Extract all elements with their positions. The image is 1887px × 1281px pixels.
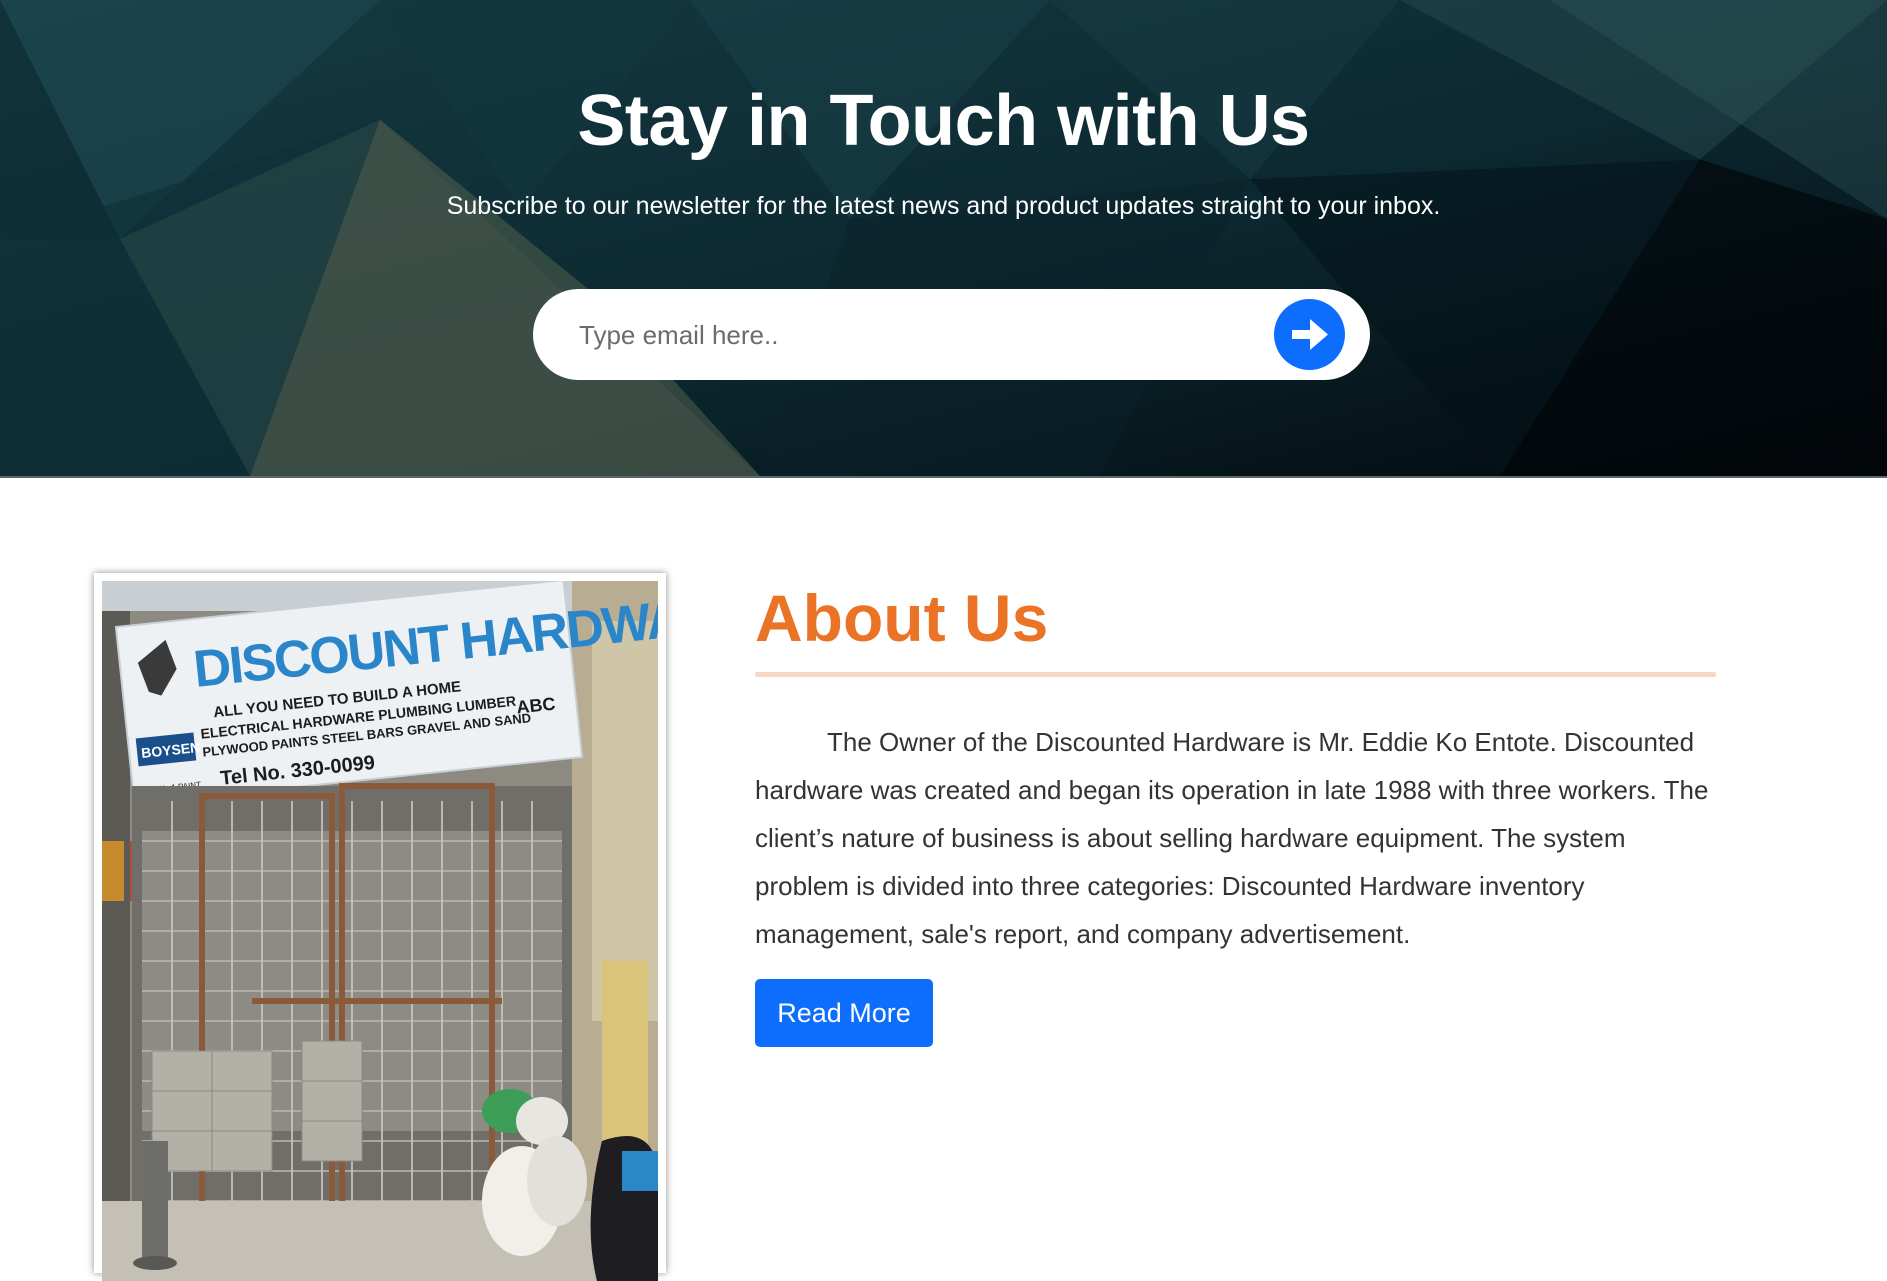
newsletter-section: Stay in Touch with Us Subscribe to our n… [0,0,1887,478]
newsletter-title: Stay in Touch with Us [577,81,1310,161]
store-front-photo: DISCOUNT HARDWARE ALL YOU NEED TO BUILD … [102,581,658,1281]
newsletter-content: Stay in Touch with Us Subscribe to our n… [0,0,1887,476]
about-photo-frame: DISCOUNT HARDWARE ALL YOU NEED TO BUILD … [94,573,666,1281]
newsletter-subtitle: Subscribe to our newsletter for the late… [446,192,1441,220]
sign-abc: ABC [516,694,557,718]
read-more-button[interactable]: Read More [755,979,933,1047]
about-title-divider [755,672,1716,677]
subscribe-form [533,289,1370,380]
store-front-illustration: DISCOUNT HARDWARE ALL YOU NEED TO BUILD … [102,581,658,1281]
email-input[interactable] [579,307,1259,363]
about-title: About Us [755,581,1049,655]
about-body-text: The Owner of the Discounted Hardware is … [755,727,1709,949]
arrow-right-circle-icon [1292,319,1328,350]
subscribe-button[interactable] [1274,299,1345,370]
